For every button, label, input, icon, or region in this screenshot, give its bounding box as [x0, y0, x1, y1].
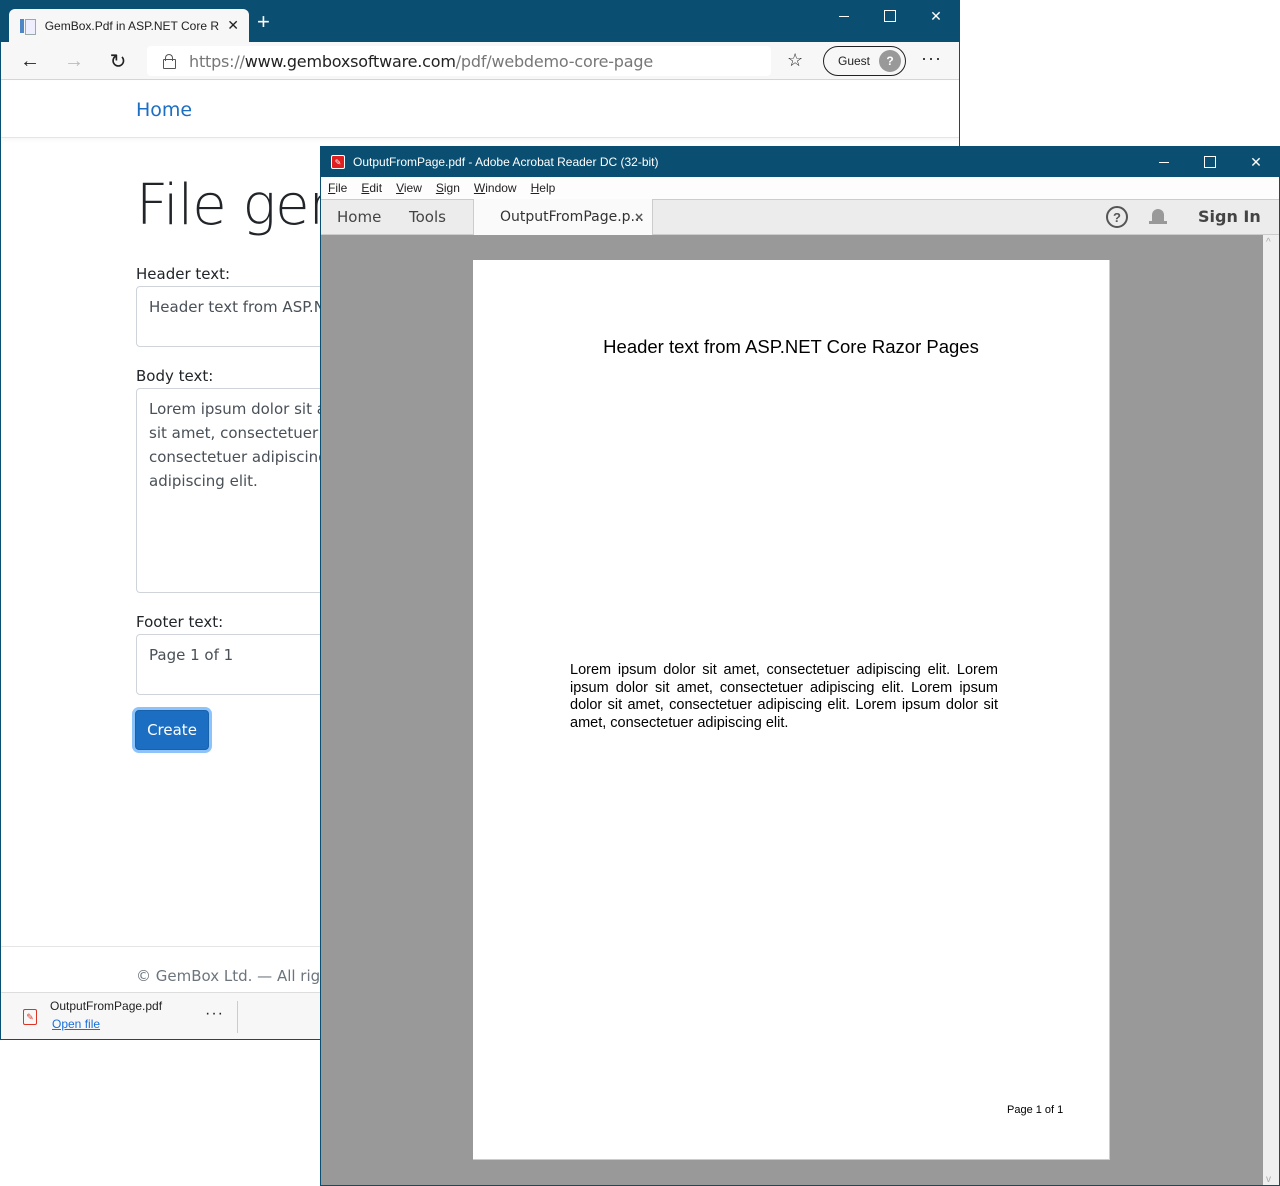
- menu-window-accel: W: [473, 181, 486, 195]
- pdf-page: Header text from ASP.NET Core Razor Page…: [473, 260, 1110, 1160]
- browser-tab[interactable]: GemBox.Pdf in ASP.NET Core Razor Pages ✕: [9, 9, 249, 42]
- pdf-file-icon: ✎: [23, 1009, 37, 1025]
- tab-close-icon[interactable]: ✕: [227, 17, 239, 34]
- lock-icon: [163, 54, 176, 69]
- nav-home-link[interactable]: Home: [136, 99, 192, 121]
- menu-sign-accel: S: [435, 181, 444, 195]
- browser-titlebar: GemBox.Pdf in ASP.NET Core Razor Pages ✕…: [1, 1, 959, 42]
- menu-view-accel: V: [396, 181, 404, 195]
- download-more-button[interactable]: ···: [205, 1005, 224, 1023]
- avatar-icon: ?: [879, 50, 901, 72]
- menu-help-label: elp: [539, 181, 556, 195]
- acrobat-window: ✎ OutputFromPage.pdf - Adobe Acrobat Rea…: [320, 146, 1280, 1186]
- menu-file-label: ile: [335, 181, 348, 195]
- acrobat-titlebar: ✎ OutputFromPage.pdf - Adobe Acrobat Rea…: [321, 147, 1279, 177]
- scroll-down-icon[interactable]: v: [1266, 1174, 1271, 1185]
- header-text-label: Header text:: [136, 265, 231, 283]
- menu-view-label: iew: [403, 181, 422, 195]
- favorites-icon[interactable]: ☆: [787, 50, 803, 71]
- help-icon[interactable]: ?: [1106, 206, 1128, 228]
- menu-view[interactable]: View: [396, 181, 422, 195]
- url-scheme: https://: [189, 51, 245, 71]
- menu-edit-label: dit: [369, 181, 383, 195]
- pdf-footer-text: Page 1 of 1: [1007, 1104, 1064, 1116]
- maximize-button[interactable]: [867, 1, 913, 31]
- profile-button[interactable]: Guest ?: [823, 46, 906, 76]
- menu-file[interactable]: File: [328, 181, 347, 195]
- create-button[interactable]: Create: [135, 710, 209, 750]
- page-favicon-icon: [19, 18, 36, 35]
- url-host: www.gemboxsoftware.com: [244, 51, 456, 71]
- download-file-name[interactable]: OutputFromPage.pdf: [50, 999, 162, 1013]
- body-text-label: Body text:: [136, 367, 214, 385]
- url-path: /pdf/webdemo-core-page: [455, 51, 653, 71]
- reload-button[interactable]: ↻: [105, 48, 131, 74]
- pdf-header-text: Header text from ASP.NET Core Razor Page…: [603, 336, 979, 357]
- url-text: https://www.gemboxsoftware.com/pdf/webde…: [189, 52, 653, 71]
- tab-tools[interactable]: Tools: [409, 208, 446, 226]
- document-tab-label: OutputFromPage.p...: [500, 209, 644, 225]
- menu-sign[interactable]: Sign: [436, 181, 460, 195]
- acrobat-tabbar: Home Tools OutputFromPage.p... × ? Sign …: [321, 199, 1279, 235]
- acrobat-close-button[interactable]: [1233, 147, 1279, 177]
- footer-text-label: Footer text:: [136, 613, 224, 631]
- tab-document[interactable]: OutputFromPage.p... ×: [473, 199, 653, 235]
- minimize-button[interactable]: [821, 1, 867, 31]
- menu-help-accel: H: [530, 181, 540, 195]
- open-file-link[interactable]: Open file: [52, 1017, 100, 1031]
- address-bar[interactable]: https://www.gemboxsoftware.com/pdf/webde…: [147, 46, 771, 76]
- acrobat-menubar: File Edit View Sign Window Help: [321, 177, 1279, 199]
- menu-sign-label: ign: [443, 181, 460, 195]
- menu-edit[interactable]: Edit: [361, 181, 382, 195]
- notifications-bell-icon[interactable]: [1149, 207, 1167, 227]
- back-button[interactable]: ←: [17, 48, 43, 74]
- menu-help[interactable]: Help: [531, 181, 556, 195]
- acrobat-app-icon: ✎: [331, 155, 345, 169]
- forward-button[interactable]: →: [61, 48, 87, 74]
- download-separator: [237, 1001, 238, 1033]
- vertical-scrollbar[interactable]: ^ v: [1263, 235, 1279, 1185]
- new-tab-button[interactable]: +: [257, 11, 270, 33]
- close-window-button[interactable]: [913, 1, 959, 31]
- pdf-body-text: Lorem ipsum dolor sit amet, consectetuer…: [570, 662, 998, 732]
- settings-more-button[interactable]: ···: [921, 48, 942, 69]
- acrobat-window-title: OutputFromPage.pdf - Adobe Acrobat Reade…: [353, 155, 659, 169]
- menu-window[interactable]: Window: [474, 181, 517, 195]
- document-tab-close-icon[interactable]: ×: [634, 210, 644, 224]
- profile-label: Guest: [838, 54, 871, 68]
- menu-window-label: indow: [485, 181, 517, 195]
- acrobat-minimize-button[interactable]: [1141, 147, 1187, 177]
- tab-home[interactable]: Home: [337, 208, 381, 226]
- tab-title: GemBox.Pdf in ASP.NET Core Razor Pages: [44, 18, 220, 33]
- site-navbar: Home: [1, 81, 959, 138]
- acrobat-maximize-button[interactable]: [1187, 147, 1233, 177]
- browser-toolbar: ← → ↻ https://www.gemboxsoftware.com/pdf…: [1, 42, 959, 80]
- sign-in-button[interactable]: Sign In: [1198, 207, 1261, 226]
- scroll-up-icon[interactable]: ^: [1266, 237, 1271, 248]
